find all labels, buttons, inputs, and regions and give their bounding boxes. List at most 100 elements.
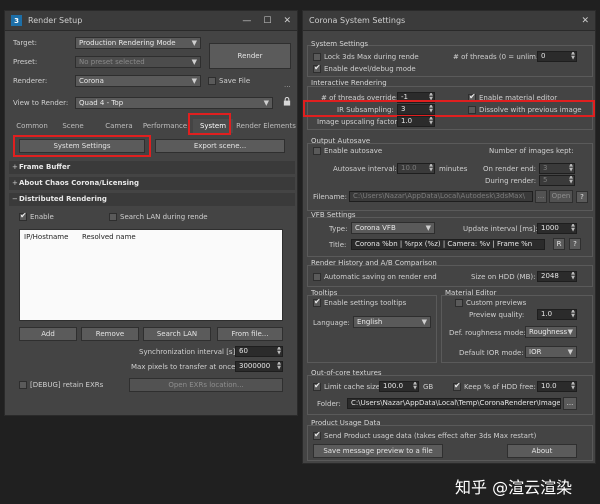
render-setup-titlebar[interactable]: 3 Render Setup — ☐ ✕ — [5, 11, 297, 31]
spinner-arrows-icon[interactable]: ▲▼ — [571, 309, 575, 319]
spinner-arrows-icon[interactable]: ▲▼ — [413, 381, 417, 391]
spinner-arrows-icon[interactable]: ▲▼ — [277, 361, 281, 371]
devel-mode-checkbox[interactable] — [313, 65, 321, 73]
on-render-end-spinner[interactable]: 3▲▼ — [539, 163, 575, 174]
upscaling-label: Image upscaling factor: — [317, 118, 400, 126]
vfb-help-button[interactable]: ? — [569, 238, 581, 250]
keep-hdd-free-checkbox[interactable] — [453, 383, 461, 391]
vfb-reset-button[interactable]: R — [553, 238, 565, 250]
def-ior-dropdown[interactable]: IOR▼ — [525, 346, 577, 358]
tooltips-checkbox[interactable] — [313, 299, 321, 307]
rollout-distributed-rendering[interactable]: Distributed Rendering — [9, 193, 295, 206]
limit-cache-label: Limit cache size: — [324, 383, 382, 391]
threads-spinner[interactable]: 0▲▼ — [537, 51, 577, 62]
from-file-button[interactable]: From file... — [217, 327, 283, 341]
group-title-vfb: VFB Settings — [311, 211, 356, 219]
spinner-arrows-icon[interactable]: ▲▼ — [571, 271, 575, 281]
zhihu-watermark: 知乎 @渲云渲染 — [455, 474, 572, 498]
custom-previews-checkbox[interactable] — [455, 299, 463, 307]
filename-browse-button[interactable]: ... — [535, 190, 547, 203]
rollout-about-licensing[interactable]: About Chaos Corona/Licensing — [9, 177, 295, 190]
close-icon[interactable]: ✕ — [283, 16, 291, 26]
hosts-table[interactable]: IP/Hostname Resolved name — [19, 229, 283, 321]
spinner-arrows-icon[interactable]: ▲▼ — [569, 175, 573, 185]
spinner-arrows-icon[interactable]: ▲▼ — [571, 51, 575, 61]
during-render-spinner[interactable]: 5▲▼ — [539, 175, 575, 186]
table-header-hostname[interactable]: IP/Hostname — [24, 233, 68, 241]
update-interval-spinner[interactable]: 1000▲▼ — [537, 223, 577, 234]
def-roughness-dropdown[interactable]: Roughness▼ — [525, 326, 577, 338]
keep-hdd-free-spinner[interactable]: 10.0▲▼ — [537, 381, 577, 392]
max-pixels-spinner[interactable]: 3000000▲▼ — [235, 361, 283, 372]
filename-open-button[interactable]: Open — [549, 190, 573, 203]
limit-cache-spinner[interactable]: 100.0▲▼ — [379, 381, 419, 392]
spinner-arrows-icon[interactable]: ▲▼ — [571, 223, 575, 233]
folder-label: Folder: — [317, 400, 341, 408]
tab-camera[interactable]: Camera — [99, 119, 139, 133]
preset-dropdown[interactable]: No preset selected▼ — [75, 56, 201, 68]
minimize-icon[interactable]: — — [242, 16, 251, 26]
remove-host-button[interactable]: Remove — [81, 327, 139, 341]
spinner-arrows-icon[interactable]: ▲▼ — [571, 381, 575, 391]
tab-performance[interactable]: Performance — [140, 119, 190, 133]
corona-settings-titlebar[interactable]: Corona System Settings ✕ — [303, 11, 595, 31]
debug-retain-exrs-label: [DEBUG] retain EXRs — [30, 381, 103, 389]
lock-icon[interactable] — [283, 97, 291, 106]
folder-value: C:\Users\Nazar\AppData\Local\Temp\Corona… — [351, 399, 561, 407]
enable-autosave-checkbox[interactable] — [313, 147, 321, 155]
language-dropdown[interactable]: English▼ — [353, 316, 431, 328]
spinner-arrows-icon[interactable]: ▲▼ — [569, 163, 573, 173]
spinner-arrows-icon[interactable]: ▲▼ — [277, 346, 281, 356]
save-message-preview-button[interactable]: Save message preview to a file — [313, 444, 443, 458]
hdd-size-label: Size on HDD (MB): — [471, 273, 535, 281]
target-label: Target: — [13, 39, 37, 47]
export-scene-button[interactable]: Export scene... — [155, 139, 285, 153]
filename-field[interactable]: C:\Users\Nazar\AppData\Local\Autodesk\3d… — [349, 191, 533, 202]
save-file-browse[interactable]: ... — [284, 81, 291, 89]
maximize-icon[interactable]: ☐ — [263, 16, 271, 26]
spinner-arrows-icon[interactable]: ▲▼ — [429, 163, 433, 173]
close-icon[interactable]: ✕ — [581, 16, 589, 26]
tab-scene[interactable]: Scene — [57, 119, 89, 133]
sync-interval-spinner[interactable]: 60▲▼ — [235, 346, 283, 357]
vfb-title-field[interactable]: Corona %bn | %rpx (%z) | Camera: %v | Fr… — [351, 239, 545, 250]
target-dropdown[interactable]: Production Rendering Mode▼ — [75, 37, 201, 49]
tab-render-elements[interactable]: Render Elements — [235, 119, 297, 133]
history-autosave-checkbox[interactable] — [313, 273, 321, 281]
vfb-type-dropdown[interactable]: Corona VFB▼ — [351, 222, 435, 234]
distributed-enable-checkbox[interactable] — [19, 213, 27, 221]
preset-label: Preset: — [13, 58, 37, 66]
upscaling-value: 1.0 — [401, 117, 412, 125]
distributed-enable-label: Enable — [30, 213, 54, 221]
chevron-down-icon: ▼ — [192, 38, 197, 48]
table-header-resolved[interactable]: Resolved name — [82, 233, 136, 241]
debug-retain-exrs-checkbox[interactable] — [19, 381, 27, 389]
autosave-interval-spinner[interactable]: 10.0▲▼ — [397, 163, 435, 174]
lock-3dsmax-checkbox[interactable] — [313, 53, 321, 61]
hdd-size-spinner[interactable]: 2048 ▲▼ — [537, 271, 577, 282]
send-usage-checkbox[interactable] — [313, 432, 321, 440]
vfb-type-label: Type: — [329, 225, 347, 233]
view-to-render-dropdown[interactable]: Quad 4 - Top▼ — [75, 97, 273, 109]
filename-help-button[interactable]: ? — [576, 191, 588, 203]
search-lan-label: Search LAN during rende — [120, 213, 208, 221]
upscaling-spinner[interactable]: 1.0 ▲▼ — [397, 116, 435, 127]
autosave-interval-label: Autosave interval: — [333, 165, 397, 173]
about-button[interactable]: About — [507, 444, 577, 458]
tab-common[interactable]: Common — [11, 119, 53, 133]
hdd-size-value: 2048 — [541, 272, 559, 280]
preview-quality-spinner[interactable]: 1.0▲▼ — [537, 309, 577, 320]
renderer-value: Corona — [79, 77, 104, 85]
limit-cache-checkbox[interactable] — [313, 383, 321, 391]
spinner-arrows-icon[interactable]: ▲▼ — [429, 116, 433, 126]
folder-field[interactable]: C:\Users\Nazar\AppData\Local\Temp\Corona… — [347, 398, 561, 409]
renderer-dropdown[interactable]: Corona▼ — [75, 75, 201, 87]
folder-browse-button[interactable]: ... — [563, 397, 577, 410]
render-button[interactable]: Render — [209, 43, 291, 69]
open-exrs-location-button[interactable]: Open EXRs location... — [129, 378, 283, 392]
save-file-checkbox[interactable] — [208, 77, 216, 85]
add-host-button[interactable]: Add — [19, 327, 77, 341]
search-lan-button[interactable]: Search LAN — [143, 327, 211, 341]
search-lan-checkbox[interactable] — [109, 213, 117, 221]
rollout-frame-buffer[interactable]: Frame Buffer — [9, 161, 295, 174]
